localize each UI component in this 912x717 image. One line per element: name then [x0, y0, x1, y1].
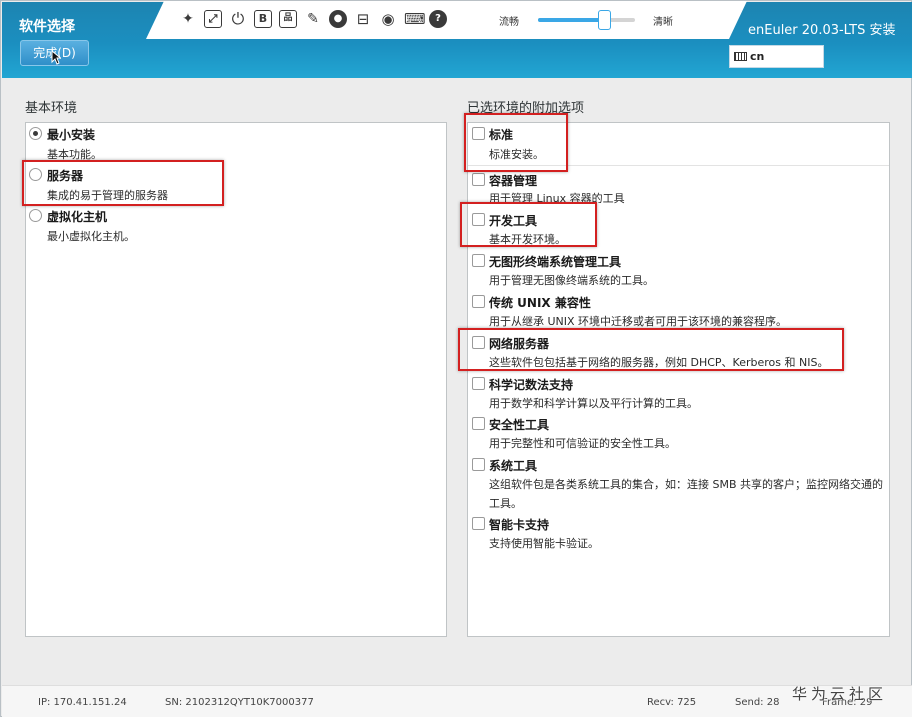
installer-window: 软件选择 完成(D) enEuler 20.03-LTS 安装 cn ✦ ⤢ ⏻… — [0, 0, 912, 717]
status-ip: IP: 170.41.151.24 — [38, 697, 127, 708]
quality-smooth-label: 流畅 — [499, 17, 519, 28]
checkbox[interactable] — [472, 517, 485, 530]
checkbox[interactable] — [472, 377, 485, 390]
option-desc: 最小虚拟化主机。 — [47, 230, 135, 243]
highlight-box-standard — [464, 113, 568, 172]
addon-desc: 支持使用智能卡验证。 — [489, 537, 599, 550]
quality-slider-thumb[interactable] — [597, 10, 611, 30]
status-bar: IP: 170.41.151.24 SN: 2102312QYT10K70003… — [2, 685, 912, 717]
network-icon[interactable]: 品 — [279, 10, 297, 28]
base-environment-label: 基本环境 — [25, 101, 78, 116]
checkbox[interactable] — [472, 254, 485, 267]
quality-clear-label: 清晰 — [653, 17, 673, 28]
camera-icon[interactable]: ◉ — [379, 10, 397, 28]
addon-name: 系统工具 — [489, 459, 538, 473]
checkbox[interactable] — [472, 295, 485, 308]
checkbox[interactable] — [472, 173, 485, 186]
addon-name: 科学记数法支持 — [489, 378, 574, 392]
record-icon[interactable]: ● — [329, 10, 347, 28]
checkbox[interactable] — [472, 458, 485, 471]
keyboard-layout-label: cn — [750, 50, 765, 63]
addon-name: 智能卡支持 — [489, 518, 550, 532]
checkbox[interactable] — [472, 417, 485, 430]
help-icon[interactable]: ? — [429, 10, 447, 28]
addon-name: 无图形终端系统管理工具 — [489, 255, 622, 269]
radio-button[interactable] — [29, 127, 42, 140]
status-send: Send: 28 — [735, 697, 780, 708]
addon-desc: 这组软件包是各类系统工具的集合，如：连接 SMB 共享的客户；监控网络交通的工具… — [489, 478, 884, 510]
quality-slider[interactable] — [538, 18, 635, 22]
mouse-cursor-icon — [51, 50, 61, 65]
highlight-box-network-server — [458, 328, 844, 371]
watermark: 华为云社区 — [792, 685, 888, 703]
keyboard-layout-indicator[interactable]: cn — [729, 45, 824, 68]
highlight-box-dev-tools — [460, 202, 597, 247]
keyboard-icon — [734, 52, 747, 61]
power-icon[interactable]: ⏻ — [229, 10, 247, 28]
page-title: 软件选择 — [19, 19, 75, 35]
addon-desc: 用于管理无图像终端系统的工具。 — [489, 274, 654, 287]
status-sn: SN: 2102312QYT10K7000377 — [165, 697, 314, 708]
keyboard-toolbar-icon[interactable]: ⌨ — [404, 10, 426, 28]
addon-name: 安全性工具 — [489, 418, 550, 432]
addon-desc: 用于数学和科学计算以及平行计算的工具。 — [489, 397, 698, 410]
addon-name: 容器管理 — [489, 174, 538, 188]
product-title: enEuler 20.03-LTS 安装 — [748, 23, 896, 38]
bold-b-icon[interactable]: B — [254, 10, 272, 28]
highlight-box-server — [22, 160, 224, 206]
mouse-icon[interactable]: ✎ — [304, 10, 322, 28]
status-recv: Recv: 725 — [647, 697, 697, 708]
addon-name: 传统 UNIX 兼容性 — [489, 296, 591, 310]
option-name: 虚拟化主机 — [47, 210, 108, 224]
option-name: 最小安装 — [47, 128, 96, 142]
addons-list: 标准 标准安装。 容器管理 用于管理 Linux 容器的工具 开发工具 基本开发… — [467, 122, 890, 637]
quality-slider-fill — [538, 18, 604, 22]
document-icon[interactable]: ⊟ — [354, 10, 372, 28]
fullscreen-icon[interactable]: ⤢ — [204, 10, 222, 28]
pin-icon[interactable]: ✦ — [179, 10, 197, 28]
addon-desc: 用于完整性和可信验证的安全性工具。 — [489, 437, 676, 450]
radio-button[interactable] — [29, 209, 42, 222]
